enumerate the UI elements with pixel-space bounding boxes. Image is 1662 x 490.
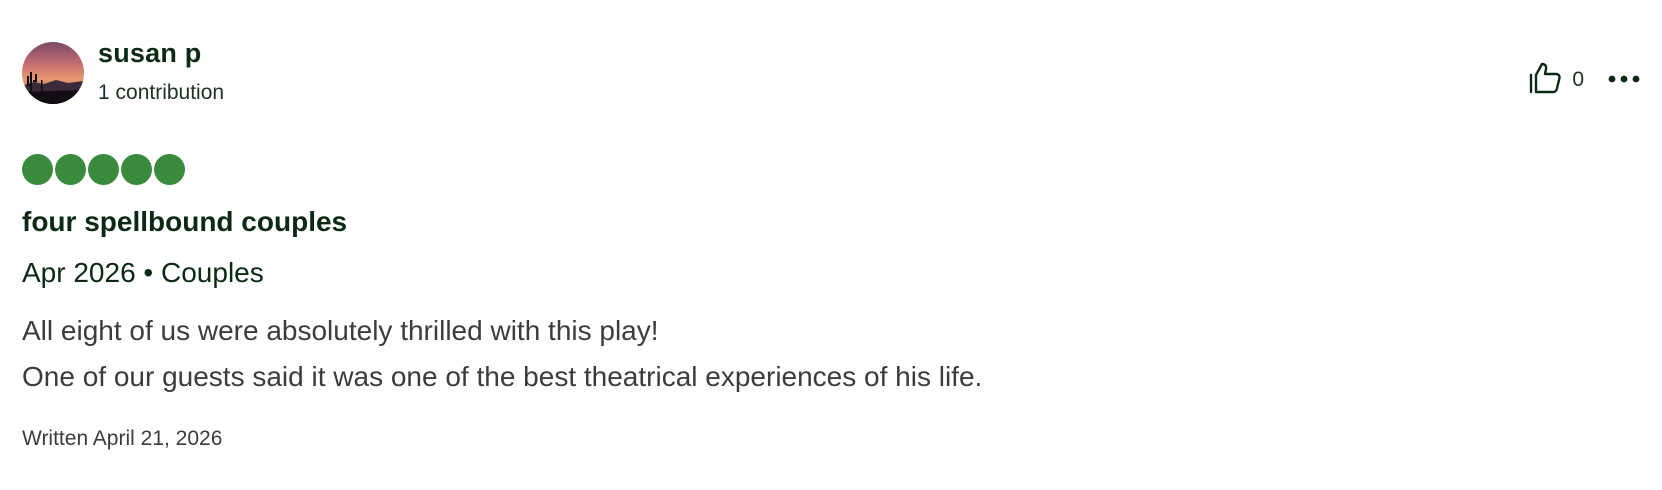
more-options-icon — [1608, 71, 1640, 89]
review-title[interactable]: four spellbound couples — [22, 206, 347, 238]
helpful-vote-count: 0 — [1572, 68, 1584, 91]
rating-bubble-5 — [154, 154, 185, 185]
helpful-vote-button[interactable]: 0 — [1528, 61, 1584, 100]
rating-bubble-3 — [88, 154, 119, 185]
review-body-line: One of our guests said it was one of the… — [22, 361, 983, 392]
rating-bubble-4 — [121, 154, 152, 185]
thumbs-up-icon — [1528, 61, 1562, 100]
user-name[interactable]: susan p — [98, 38, 201, 69]
review-meta: Apr 2026 • Couples — [22, 257, 264, 288]
review-card: susan p 1 contribution 0 four spellbound… — [0, 0, 1662, 490]
review-body-line: All eight of us were absolutely thrilled… — [22, 315, 659, 346]
review-body: All eight of us were absolutely thrilled… — [22, 308, 982, 400]
rating-bubble-2 — [55, 154, 86, 185]
rating-bubble-1 — [22, 154, 53, 185]
review-actions: 0 — [1528, 60, 1640, 100]
rating-bubbles — [22, 154, 187, 185]
written-date: Written April 21, 2026 — [22, 427, 223, 450]
avatar-image — [22, 42, 84, 104]
avatar[interactable] — [22, 42, 84, 104]
contribution-count: 1 contribution — [98, 81, 225, 104]
more-options-button[interactable] — [1608, 71, 1640, 89]
